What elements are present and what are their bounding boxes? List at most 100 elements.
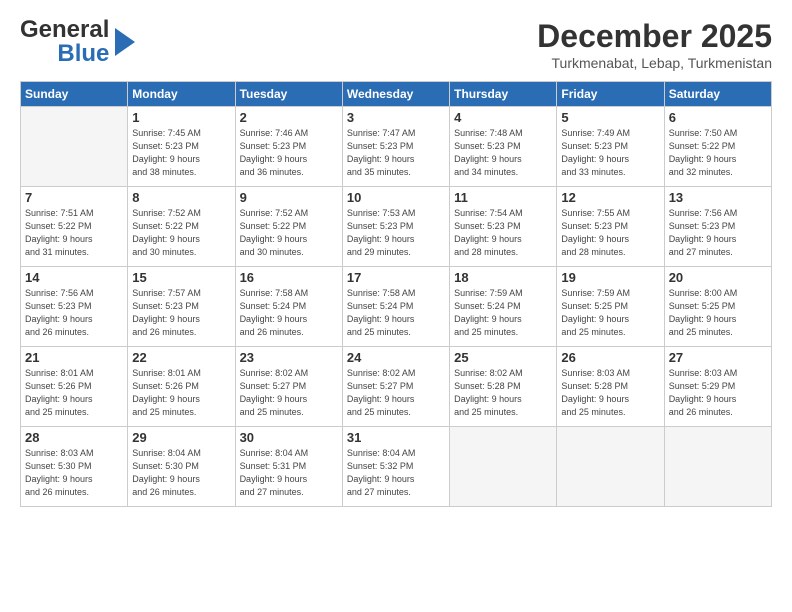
calendar: Sunday Monday Tuesday Wednesday Thursday… [20, 81, 772, 507]
day-info: Sunrise: 8:02 AM Sunset: 5:28 PM Dayligh… [454, 367, 552, 419]
day-number: 8 [132, 190, 230, 205]
day-number: 4 [454, 110, 552, 125]
table-row: 12Sunrise: 7:55 AM Sunset: 5:23 PM Dayli… [557, 187, 664, 267]
day-info: Sunrise: 8:04 AM Sunset: 5:31 PM Dayligh… [240, 447, 338, 499]
table-row [450, 427, 557, 507]
day-info: Sunrise: 7:57 AM Sunset: 5:23 PM Dayligh… [132, 287, 230, 339]
table-row: 8 Sunrise: 7:52 AM Sunset: 5:22 PM Daylig… [128, 187, 235, 267]
day-info: Sunrise: 8:03 AM Sunset: 5:28 PM Dayligh… [561, 367, 659, 419]
day-info: Sunrise: 7:52 AM Sunset: 5:22 PM Dayligh… [240, 207, 338, 259]
day-info: Sunrise: 7:54 AM Sunset: 5:23 PM Dayligh… [454, 207, 552, 259]
calendar-header-row: Sunday Monday Tuesday Wednesday Thursday… [21, 82, 772, 107]
day-number: 26 [561, 350, 659, 365]
table-row: 25 Sunrise: 8:02 AM Sunset: 5:28 PM Dayli… [450, 347, 557, 427]
col-friday: Friday [557, 82, 664, 107]
calendar-week-row: 28 Sunrise: 8:03 AM Sunset: 5:30 PM Dayli… [21, 427, 772, 507]
day-number: 14 [25, 270, 123, 285]
table-row: 10Sunrise: 7:53 AM Sunset: 5:23 PM Dayli… [342, 187, 449, 267]
day-number: 6 [669, 110, 767, 125]
day-info: Sunrise: 7:58 AM Sunset: 5:24 PM Dayligh… [240, 287, 338, 339]
table-row: 28 Sunrise: 8:03 AM Sunset: 5:30 PM Dayli… [21, 427, 128, 507]
table-row: 22 Sunrise: 8:01 AM Sunset: 5:26 PM Dayli… [128, 347, 235, 427]
table-row: 11 Sunrise: 7:54 AM Sunset: 5:23 PM Dayli… [450, 187, 557, 267]
table-row: 19 Sunrise: 7:59 AM Sunset: 5:25 PM Dayli… [557, 267, 664, 347]
table-row: 6 Sunrise: 7:50 AM Sunset: 5:22 PM Daylig… [664, 107, 771, 187]
table-row: 27 Sunrise: 8:03 AM Sunset: 5:29 PM Dayli… [664, 347, 771, 427]
calendar-week-row: 7 Sunrise: 7:51 AM Sunset: 5:22 PM Daylig… [21, 187, 772, 267]
day-number: 9 [240, 190, 338, 205]
day-number: 29 [132, 430, 230, 445]
day-number: 15 [132, 270, 230, 285]
day-info: Sunrise: 7:53 AM Sunset: 5:23 PM Dayligh… [347, 207, 445, 259]
day-info: Sunrise: 8:03 AM Sunset: 5:29 PM Dayligh… [669, 367, 767, 419]
col-tuesday: Tuesday [235, 82, 342, 107]
day-number: 25 [454, 350, 552, 365]
logo-blue-text: Blue [57, 42, 109, 66]
day-info: Sunrise: 8:04 AM Sunset: 5:32 PM Dayligh… [347, 447, 445, 499]
day-number: 5 [561, 110, 659, 125]
day-number: 27 [669, 350, 767, 365]
day-info: Sunrise: 7:46 AM Sunset: 5:23 PM Dayligh… [240, 127, 338, 179]
table-row: 3 Sunrise: 7:47 AM Sunset: 5:23 PM Daylig… [342, 107, 449, 187]
day-info: Sunrise: 8:02 AM Sunset: 5:27 PM Dayligh… [240, 367, 338, 419]
table-row [557, 427, 664, 507]
col-sunday: Sunday [21, 82, 128, 107]
day-info: Sunrise: 7:47 AM Sunset: 5:23 PM Dayligh… [347, 127, 445, 179]
day-number: 1 [132, 110, 230, 125]
day-number: 7 [25, 190, 123, 205]
page: General Blue December 2025 Turkmenabat, … [0, 0, 792, 612]
title-block: December 2025 Turkmenabat, Lebap, Turkme… [537, 18, 772, 71]
day-info: Sunrise: 7:51 AM Sunset: 5:22 PM Dayligh… [25, 207, 123, 259]
table-row: 31 Sunrise: 8:04 AM Sunset: 5:32 PM Dayli… [342, 427, 449, 507]
day-info: Sunrise: 7:45 AM Sunset: 5:23 PM Dayligh… [132, 127, 230, 179]
table-row: 30Sunrise: 8:04 AM Sunset: 5:31 PM Dayli… [235, 427, 342, 507]
table-row: 26 Sunrise: 8:03 AM Sunset: 5:28 PM Dayli… [557, 347, 664, 427]
calendar-body: 1 Sunrise: 7:45 AM Sunset: 5:23 PM Daylig… [21, 107, 772, 507]
table-row: 4Sunrise: 7:48 AM Sunset: 5:23 PM Daylig… [450, 107, 557, 187]
day-number: 18 [454, 270, 552, 285]
table-row: 16Sunrise: 7:58 AM Sunset: 5:24 PM Dayli… [235, 267, 342, 347]
logo: General Blue [20, 18, 137, 66]
table-row [21, 107, 128, 187]
day-number: 31 [347, 430, 445, 445]
table-row: 2Sunrise: 7:46 AM Sunset: 5:23 PM Daylig… [235, 107, 342, 187]
table-row: 29 Sunrise: 8:04 AM Sunset: 5:30 PM Dayli… [128, 427, 235, 507]
day-number: 23 [240, 350, 338, 365]
table-row: 9 Sunrise: 7:52 AM Sunset: 5:22 PM Daylig… [235, 187, 342, 267]
day-info: Sunrise: 7:55 AM Sunset: 5:23 PM Dayligh… [561, 207, 659, 259]
day-info: Sunrise: 7:50 AM Sunset: 5:22 PM Dayligh… [669, 127, 767, 179]
day-info: Sunrise: 8:01 AM Sunset: 5:26 PM Dayligh… [132, 367, 230, 419]
col-saturday: Saturday [664, 82, 771, 107]
day-number: 22 [132, 350, 230, 365]
col-wednesday: Wednesday [342, 82, 449, 107]
table-row: 7 Sunrise: 7:51 AM Sunset: 5:22 PM Daylig… [21, 187, 128, 267]
day-number: 28 [25, 430, 123, 445]
table-row [664, 427, 771, 507]
day-number: 11 [454, 190, 552, 205]
day-info: Sunrise: 7:59 AM Sunset: 5:25 PM Dayligh… [561, 287, 659, 339]
table-row: 13Sunrise: 7:56 AM Sunset: 5:23 PM Dayli… [664, 187, 771, 267]
table-row: 23 Sunrise: 8:02 AM Sunset: 5:27 PM Dayli… [235, 347, 342, 427]
header: General Blue December 2025 Turkmenabat, … [20, 18, 772, 71]
table-row: 17Sunrise: 7:58 AM Sunset: 5:24 PM Dayli… [342, 267, 449, 347]
table-row: 14Sunrise: 7:56 AM Sunset: 5:23 PM Dayli… [21, 267, 128, 347]
day-info: Sunrise: 7:49 AM Sunset: 5:23 PM Dayligh… [561, 127, 659, 179]
table-row: 24Sunrise: 8:02 AM Sunset: 5:27 PM Dayli… [342, 347, 449, 427]
day-info: Sunrise: 7:59 AM Sunset: 5:24 PM Dayligh… [454, 287, 552, 339]
day-info: Sunrise: 8:03 AM Sunset: 5:30 PM Dayligh… [25, 447, 123, 499]
calendar-week-row: 1 Sunrise: 7:45 AM Sunset: 5:23 PM Daylig… [21, 107, 772, 187]
day-number: 20 [669, 270, 767, 285]
day-number: 3 [347, 110, 445, 125]
day-number: 19 [561, 270, 659, 285]
calendar-week-row: 14Sunrise: 7:56 AM Sunset: 5:23 PM Dayli… [21, 267, 772, 347]
logo-icon [115, 28, 137, 56]
day-info: Sunrise: 7:52 AM Sunset: 5:22 PM Dayligh… [132, 207, 230, 259]
location: Turkmenabat, Lebap, Turkmenistan [537, 55, 772, 71]
table-row: 18 Sunrise: 7:59 AM Sunset: 5:24 PM Dayli… [450, 267, 557, 347]
day-number: 17 [347, 270, 445, 285]
month-title: December 2025 [537, 18, 772, 55]
day-number: 24 [347, 350, 445, 365]
day-info: Sunrise: 8:04 AM Sunset: 5:30 PM Dayligh… [132, 447, 230, 499]
table-row: 20 Sunrise: 8:00 AM Sunset: 5:25 PM Dayli… [664, 267, 771, 347]
day-info: Sunrise: 8:00 AM Sunset: 5:25 PM Dayligh… [669, 287, 767, 339]
